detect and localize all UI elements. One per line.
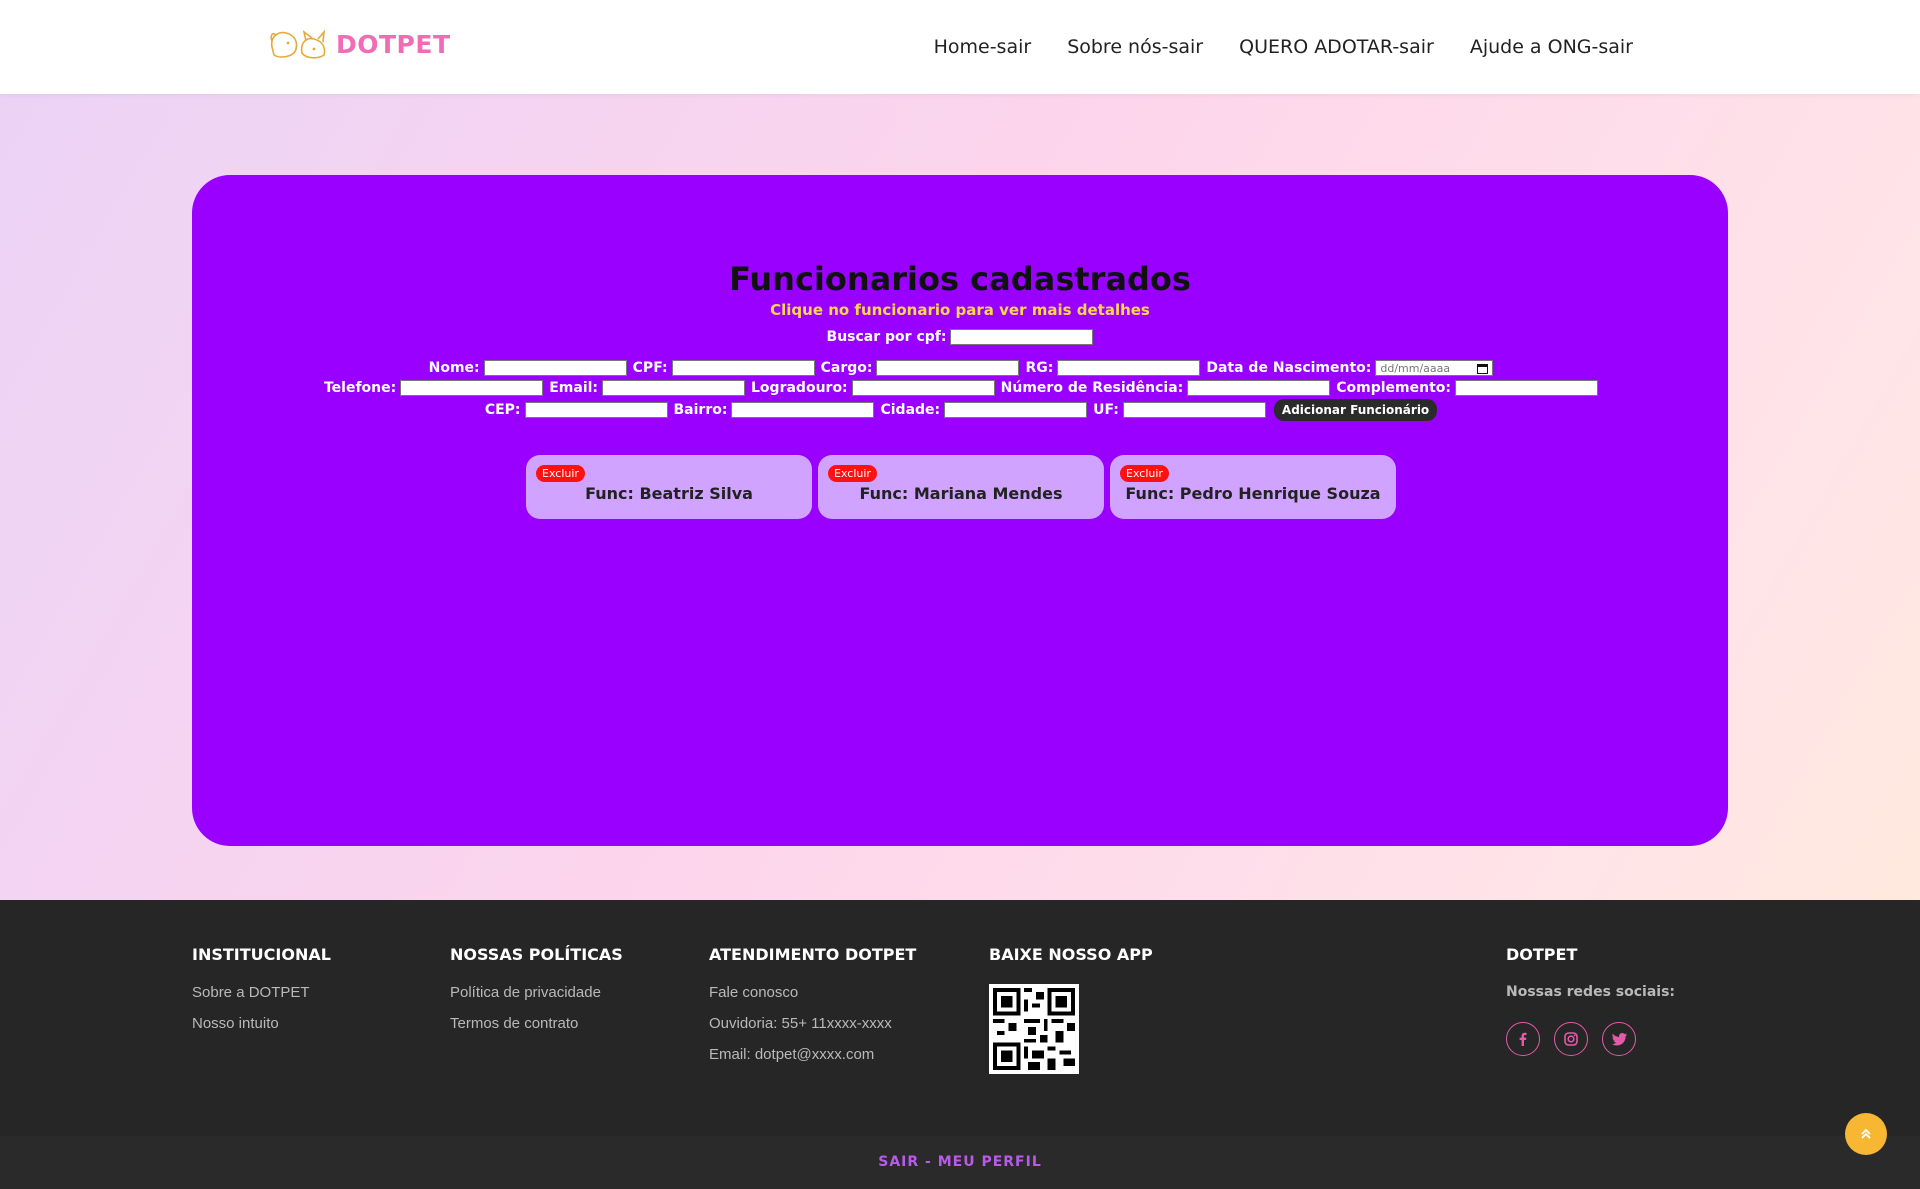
data-nascimento-label: Data de Nascimento: bbox=[1206, 360, 1372, 376]
footer-link-privacidade[interactable]: Política de privacidade bbox=[450, 984, 623, 1001]
search-label: Buscar por cpf: bbox=[826, 329, 947, 345]
rg-label: RG: bbox=[1025, 360, 1054, 376]
footer-link-sobre[interactable]: Sobre a DOTPET bbox=[192, 984, 331, 1001]
bairro-label: Bairro: bbox=[673, 402, 728, 418]
search-cpf-input[interactable] bbox=[950, 329, 1094, 345]
instagram-icon[interactable] bbox=[1554, 1022, 1588, 1056]
employee-name: Func: Beatriz Silva bbox=[585, 484, 753, 503]
social-label: Nossas redes sociais: bbox=[1506, 984, 1676, 1000]
cep-input[interactable] bbox=[524, 402, 668, 418]
footer-app: BAIXE NOSSO APP bbox=[989, 945, 1153, 1074]
numero-input[interactable] bbox=[1187, 380, 1331, 396]
uf-input[interactable] bbox=[1122, 402, 1266, 418]
footer-atendimento: ATENDIMENTO DOTPET Fale conosco Ouvidori… bbox=[709, 945, 916, 1077]
qr-code-icon[interactable] bbox=[989, 984, 1079, 1074]
delete-button[interactable]: Excluir bbox=[1120, 465, 1169, 482]
delete-button[interactable]: Excluir bbox=[536, 465, 585, 482]
cargo-input[interactable] bbox=[876, 360, 1020, 376]
facebook-icon[interactable] bbox=[1506, 1022, 1540, 1056]
page-title: Funcionarios cadastrados bbox=[729, 260, 1191, 298]
date-placeholder: dd/mm/aaaa bbox=[1380, 361, 1451, 375]
add-employee-button[interactable]: Adicionar Funcionário bbox=[1273, 399, 1438, 421]
chevron-up-icon bbox=[1861, 1128, 1871, 1139]
logradouro-label: Logradouro: bbox=[751, 380, 848, 396]
employee-list: Excluir Func: Beatriz Silva Excluir Func… bbox=[526, 455, 1396, 519]
uf-label: UF: bbox=[1093, 402, 1119, 418]
cpf-label: CPF: bbox=[632, 360, 668, 376]
employee-name: Func: Mariana Mendes bbox=[859, 484, 1063, 503]
nav-sobre-nos[interactable]: Sobre nós-sair bbox=[1067, 36, 1203, 58]
form-row-1: Nome: CPF: Cargo: RG: Data de Nascimento… bbox=[192, 360, 1728, 376]
numero-label: Número de Residência: bbox=[1000, 380, 1184, 396]
delete-button[interactable]: Excluir bbox=[828, 465, 877, 482]
nav-quero-adotar[interactable]: QUERO ADOTAR-sair bbox=[1239, 36, 1434, 58]
scroll-to-top-button[interactable] bbox=[1845, 1113, 1887, 1155]
twitter-icon[interactable] bbox=[1602, 1022, 1636, 1056]
logo-text: DOTPET bbox=[336, 29, 451, 59]
dog-cat-logo-icon bbox=[270, 29, 326, 59]
logradouro-input[interactable] bbox=[851, 380, 995, 396]
nome-input[interactable] bbox=[483, 360, 627, 376]
footer-email: Email: dotpet@xxxx.com bbox=[709, 1046, 875, 1063]
cidade-label: Cidade: bbox=[880, 402, 941, 418]
page-subtitle: Clique no funcionario para ver mais deta… bbox=[770, 301, 1150, 319]
footer-link-fale-conosco[interactable]: Fale conosco bbox=[709, 984, 916, 1001]
telefone-label: Telefone: bbox=[323, 380, 397, 396]
nav-ajude-ong[interactable]: Ajude a ONG-sair bbox=[1470, 36, 1633, 58]
cep-label: CEP: bbox=[484, 402, 521, 418]
footer-institucional-title: INSTITUCIONAL bbox=[192, 945, 331, 964]
footer-dotpet-title: DOTPET bbox=[1506, 945, 1578, 964]
rg-input[interactable] bbox=[1057, 360, 1201, 376]
site-header: DOTPET Home-sair Sobre nós-sair QUERO AD… bbox=[0, 0, 1920, 94]
bairro-input[interactable] bbox=[731, 402, 875, 418]
search-row: Buscar por cpf: bbox=[192, 329, 1728, 345]
footer-institucional: INSTITUCIONAL Sobre a DOTPET Nosso intui… bbox=[192, 945, 331, 1046]
cpf-input[interactable] bbox=[671, 360, 815, 376]
employee-card[interactable]: Excluir Func: Beatriz Silva bbox=[526, 455, 812, 519]
employee-card[interactable]: Excluir Func: Pedro Henrique Souza bbox=[1110, 455, 1396, 519]
nome-label: Nome: bbox=[428, 360, 480, 376]
footer-ouvidoria: Ouvidoria: 55+ 11xxxx-xxxx bbox=[709, 1015, 892, 1032]
employee-name: Func: Pedro Henrique Souza bbox=[1125, 484, 1381, 503]
nav-home[interactable]: Home-sair bbox=[934, 36, 1032, 58]
main-nav: Home-sair Sobre nós-sair QUERO ADOTAR-sa… bbox=[934, 36, 1633, 58]
form-row-2: Telefone: Email: Logradouro: Número de R… bbox=[192, 380, 1728, 396]
footer-app-title: BAIXE NOSSO APP bbox=[989, 945, 1153, 964]
cargo-label: Cargo: bbox=[820, 360, 873, 376]
employees-panel: Funcionarios cadastrados Clique no funci… bbox=[192, 175, 1728, 846]
email-input[interactable] bbox=[602, 380, 746, 396]
data-nascimento-input[interactable]: dd/mm/aaaa bbox=[1375, 360, 1494, 376]
calendar-icon[interactable] bbox=[1477, 363, 1489, 374]
form-row-3: CEP: Bairro: Cidade: UF: Adicionar Funci… bbox=[192, 399, 1728, 421]
footer-dotpet: DOTPET Nossas redes sociais: bbox=[1506, 945, 1675, 1056]
telefone-input[interactable] bbox=[400, 380, 544, 396]
employee-card[interactable]: Excluir Func: Mariana Mendes bbox=[818, 455, 1104, 519]
footer-politicas: NOSSAS POLÍTICAS Política de privacidade… bbox=[450, 945, 623, 1046]
footer-atendimento-title: ATENDIMENTO DOTPET bbox=[709, 945, 917, 964]
footer-link-termos[interactable]: Termos de contrato bbox=[450, 1015, 623, 1032]
complemento-label: Complemento: bbox=[1336, 380, 1452, 396]
footer-politicas-title: NOSSAS POLÍTICAS bbox=[450, 945, 623, 964]
social-links bbox=[1506, 1022, 1675, 1056]
complemento-input[interactable] bbox=[1455, 380, 1599, 396]
cidade-input[interactable] bbox=[944, 402, 1088, 418]
footer-bottom-bar: SAIR - MEU PERFIL bbox=[0, 1136, 1920, 1189]
logo[interactable]: DOTPET bbox=[268, 27, 451, 61]
email-label: Email: bbox=[549, 380, 599, 396]
footer-link-intuito[interactable]: Nosso intuito bbox=[192, 1015, 331, 1032]
sair-meu-perfil-link[interactable]: SAIR - MEU PERFIL bbox=[878, 1154, 1042, 1170]
